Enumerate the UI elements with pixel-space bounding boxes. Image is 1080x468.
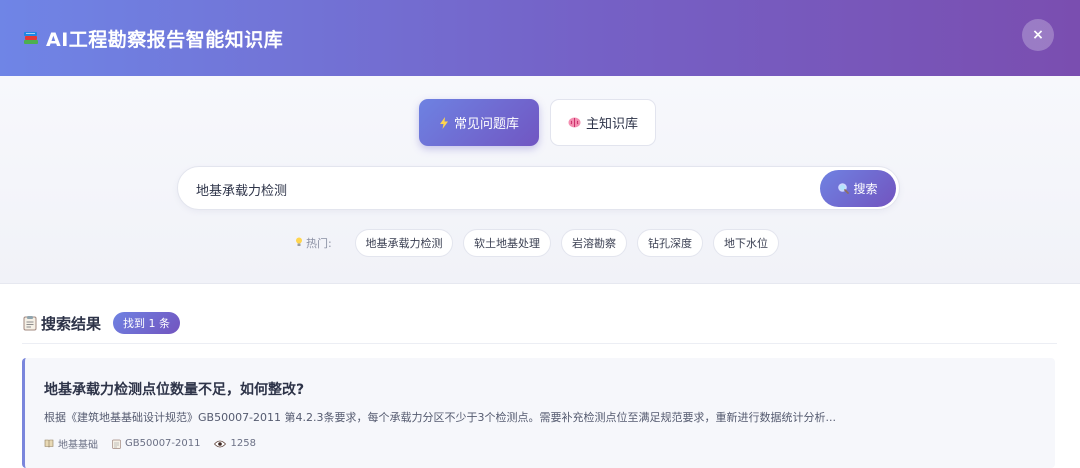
clipboard-icon <box>112 439 121 449</box>
eye-icon <box>214 440 227 448</box>
close-icon: × <box>1032 27 1044 43</box>
results-header: 搜索结果 找到 1 条 <box>22 312 181 334</box>
tab-main-knowledge-label: 主知识库 <box>585 117 638 132</box>
hot-chip[interactable]: 地下水位 <box>713 229 779 257</box>
magnifier-icon <box>838 183 850 194</box>
result-title: 地基承载力检测点位数量不足，如何整改? <box>44 382 305 398</box>
hot-chip[interactable]: 钻孔深度 <box>637 229 703 257</box>
clipboard-icon <box>22 315 38 331</box>
lightbulb-icon <box>295 237 303 250</box>
results-count-badge: 找到 1 条 <box>113 312 181 334</box>
search-input[interactable] <box>196 177 796 201</box>
hot-label-text: 热门: <box>306 237 332 250</box>
result-standard: GB50007-2011 <box>112 438 200 449</box>
search-box: 搜索 <box>177 166 900 210</box>
hot-searches: 热门: 地基承载力检测 软土地基处理 岩溶勘察 钻孔深度 地下水位 <box>0 229 1080 257</box>
result-category: 地基基础 <box>44 436 98 451</box>
app-header: AI工程勘察报告智能知识库 × <box>0 0 1080 76</box>
hot-chip[interactable]: 软土地基处理 <box>463 229 551 257</box>
app-title: AI工程勘察报告智能知识库 <box>46 28 284 51</box>
search-panel: 常见问题库 主知识库 搜索 热门: 地基承载力检测 软土地基处理 岩溶勘察 钻孔… <box>0 76 1080 284</box>
close-button[interactable]: × <box>1022 19 1054 51</box>
result-standard-text: GB50007-2011 <box>125 438 201 449</box>
result-views-text: 1258 <box>230 438 256 449</box>
tab-faq-label: 常见问题库 <box>453 117 519 132</box>
brain-icon <box>568 117 581 128</box>
result-meta: 地基基础 GB50007-2011 1258 <box>44 436 270 451</box>
hot-chip[interactable]: 地基承载力检测 <box>355 229 453 257</box>
hot-label: 热门: <box>295 235 332 251</box>
search-button-label: 搜索 <box>853 182 878 196</box>
search-button[interactable]: 搜索 <box>820 170 896 207</box>
results-divider <box>22 343 1057 344</box>
result-views: 1258 <box>214 438 256 449</box>
result-category-text: 地基基础 <box>58 440 98 451</box>
tab-main-knowledge[interactable]: 主知识库 <box>550 99 656 146</box>
hot-chip[interactable]: 岩溶勘察 <box>561 229 627 257</box>
results-title: 搜索结果 <box>41 314 102 333</box>
book-icon <box>44 439 54 448</box>
result-card[interactable]: 地基承载力检测点位数量不足，如何整改? 根据《建筑地基基础设计规范》GB5000… <box>22 358 1055 468</box>
tab-faq[interactable]: 常见问题库 <box>419 99 539 146</box>
books-icon <box>22 29 40 47</box>
lightning-icon <box>439 116 449 129</box>
result-description: 根据《建筑地基基础设计规范》GB50007-2011 第4.2.3条要求，每个承… <box>44 411 836 424</box>
